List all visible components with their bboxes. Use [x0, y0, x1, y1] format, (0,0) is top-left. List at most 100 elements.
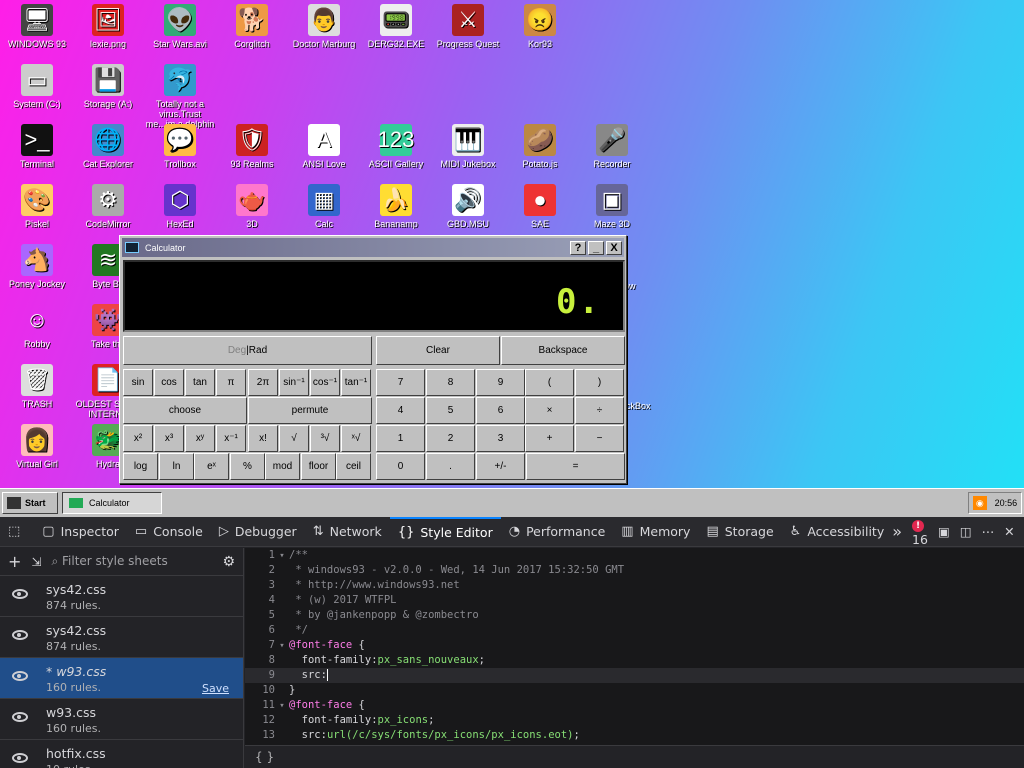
tab-style-editor[interactable]: {} Style Editor	[389, 516, 501, 547]
rss-icon[interactable]: ◉	[972, 496, 987, 510]
desktop-icon[interactable]: 👽 Star Wars.avi	[144, 4, 216, 49]
eye-icon[interactable]	[12, 589, 28, 599]
backspace-button[interactable]: Backspace	[501, 336, 625, 365]
code-line[interactable]: 7 ▾ @font-face {	[245, 638, 1024, 653]
eye-icon[interactable]	[12, 671, 28, 681]
desktop-icon[interactable]: 🫖 3D	[216, 184, 288, 229]
tab-network[interactable]: ⇅ Network	[305, 517, 390, 547]
sci-key[interactable]: tan	[185, 369, 215, 396]
sci-key[interactable]: tan⁻¹	[341, 369, 371, 396]
sci-key[interactable]: x²	[123, 425, 153, 452]
desktop-icon[interactable]: >_ Terminal	[1, 124, 73, 169]
code-line[interactable]: 4 * (w) 2017 WTFPL	[245, 593, 1024, 608]
eye-icon[interactable]	[12, 712, 28, 722]
tab-accessibility[interactable]: ♿ Accessibility	[782, 517, 893, 547]
desktop-icon[interactable]: 🍌 Bananamp	[360, 184, 432, 229]
number-key[interactable]: ÷	[575, 397, 624, 424]
number-key[interactable]: 1	[376, 425, 425, 452]
sci-key[interactable]: mod	[265, 453, 300, 480]
sci-key[interactable]: 2π	[248, 369, 278, 396]
code-line[interactable]: 2 * windows93 - v2.0.0 - Wed, 14 Jun 201…	[245, 563, 1024, 578]
overflow-chevron-icon[interactable]: »	[892, 522, 902, 541]
desktop-icon[interactable]: 🐬Totally not a virus.Trust me...im a dol…	[144, 64, 216, 129]
desktop-icon[interactable]: A ANSI Love	[288, 124, 360, 169]
sci-key[interactable]: x³	[154, 425, 184, 452]
style-sheet-item[interactable]: w93.css 160 rules.	[0, 699, 243, 740]
sci-key[interactable]: √	[279, 425, 309, 452]
desktop-icon[interactable]: 🎹 MIDI Jukebox	[432, 124, 504, 169]
code-line[interactable]: 6 */	[245, 623, 1024, 638]
sci-key[interactable]: log	[123, 453, 158, 480]
tab-debugger[interactable]: ▷ Debugger	[211, 517, 305, 547]
filter-style-sheets-input[interactable]: ⌕ Filter style sheets	[51, 554, 212, 569]
close-devtools-icon[interactable]: ✕	[1004, 524, 1014, 539]
desktop-icon[interactable]: 👩 Virtual Girl	[1, 424, 73, 469]
desktop-icon[interactable]: 😠 Kor93	[504, 4, 576, 49]
fold-arrow-icon[interactable]: ▾	[275, 699, 289, 714]
deg-rad-toggle[interactable]: Deg | Rad	[123, 336, 372, 365]
number-key[interactable]: 2	[426, 425, 475, 452]
permute-button[interactable]: permute	[248, 397, 372, 424]
code-line[interactable]: 3 * http://www.windows93.net	[245, 578, 1024, 593]
split-console-icon[interactable]: ▣	[938, 524, 950, 539]
desktop-icon[interactable]: 🔊 GBD.MSU	[432, 184, 504, 229]
desktop-icon[interactable]: 💾 Storage (A:)	[72, 64, 144, 109]
desktop-icon[interactable]: ● SAE	[504, 184, 576, 229]
code-line[interactable]: 11 ▾ @font-face {	[245, 698, 1024, 713]
code-line[interactable]: 5 * by @jankenpopp & @zombectro	[245, 608, 1024, 623]
number-key[interactable]: ×	[525, 397, 574, 424]
minimize-button[interactable]: _	[588, 240, 604, 255]
number-key[interactable]: 3	[476, 425, 525, 452]
close-button[interactable]: X	[606, 240, 622, 255]
style-sheet-item[interactable]: sys42.css 874 rules.	[0, 576, 243, 617]
sci-key[interactable]: ˣ√	[341, 425, 371, 452]
tab-storage[interactable]: ▤ Storage	[698, 517, 781, 547]
sci-key[interactable]: π	[216, 369, 246, 396]
choose-button[interactable]: choose	[123, 397, 247, 424]
sci-key[interactable]: ³√	[310, 425, 340, 452]
number-key[interactable]: (	[525, 369, 574, 396]
fold-arrow-icon[interactable]: ▾	[275, 639, 289, 654]
style-sheet-item[interactable]: sys42.css 874 rules.	[0, 617, 243, 658]
code-line[interactable]: 9 src:	[245, 668, 1024, 683]
sci-key[interactable]: x⁻¹	[216, 425, 246, 452]
code-line[interactable]: 8 font-family:px_sans_nouveaux;	[245, 653, 1024, 668]
dock-side-icon[interactable]: ◫	[960, 524, 972, 539]
desktop-icon[interactable]: 🖼 lexie.png	[72, 4, 144, 49]
desktop-icon[interactable]: 💬 Trollbox	[144, 124, 216, 169]
desktop-icon[interactable]: ⬡ HexEd	[144, 184, 216, 229]
taskbar-item-calculator[interactable]: Calculator	[62, 492, 162, 514]
sci-key[interactable]: sin	[123, 369, 153, 396]
desktop-icon[interactable]: ▦ Calc	[288, 184, 360, 229]
sci-key[interactable]: %	[230, 453, 265, 480]
number-key[interactable]: 9	[476, 369, 525, 396]
code-line[interactable]: 13 src:url(/c/sys/fonts/px_icons/px_icon…	[245, 728, 1024, 743]
desktop-icon[interactable]: ☺ Robby	[1, 304, 73, 349]
desktop-icon[interactable]: 📟 DERG32.EXE	[360, 4, 432, 49]
more-options-icon[interactable]: ⋯	[982, 524, 995, 539]
desktop-icon[interactable]: 🐕 Corglitch	[216, 4, 288, 49]
save-link[interactable]: Save	[202, 682, 229, 695]
calculator-titlebar[interactable]: Calculator ? _ X	[122, 238, 624, 257]
desktop-icon[interactable]: 🛡 93 Realms	[216, 124, 288, 169]
eye-icon[interactable]	[12, 753, 28, 763]
desktop-icon[interactable]: 🐴 Poney Jockey	[1, 244, 73, 289]
start-button[interactable]: Start	[2, 492, 58, 514]
sci-key[interactable]: floor	[301, 453, 336, 480]
tab-memory[interactable]: ▥ Memory	[613, 517, 698, 547]
number-key[interactable]: 0	[376, 453, 425, 480]
number-key[interactable]: 5	[426, 397, 475, 424]
fold-arrow-icon[interactable]: ▾	[275, 549, 289, 564]
number-key[interactable]: 8	[426, 369, 475, 396]
number-key[interactable]: )	[575, 369, 624, 396]
desktop-icon[interactable]: ⚔ Progress Quest	[432, 4, 504, 49]
eye-icon[interactable]	[12, 630, 28, 640]
number-key[interactable]: 6	[476, 397, 525, 424]
number-key[interactable]: 7	[376, 369, 425, 396]
tab-inspector[interactable]: ▢ Inspector	[34, 517, 127, 547]
desktop-icon[interactable]: 🗑 TRASH	[1, 364, 73, 409]
clear-button[interactable]: Clear	[376, 336, 500, 365]
desktop-icon[interactable]: ▣ Maze 3D	[576, 184, 648, 229]
equals-key[interactable]: =	[526, 453, 625, 480]
desktop-icon[interactable]: ▭ System (C:)	[1, 64, 73, 109]
